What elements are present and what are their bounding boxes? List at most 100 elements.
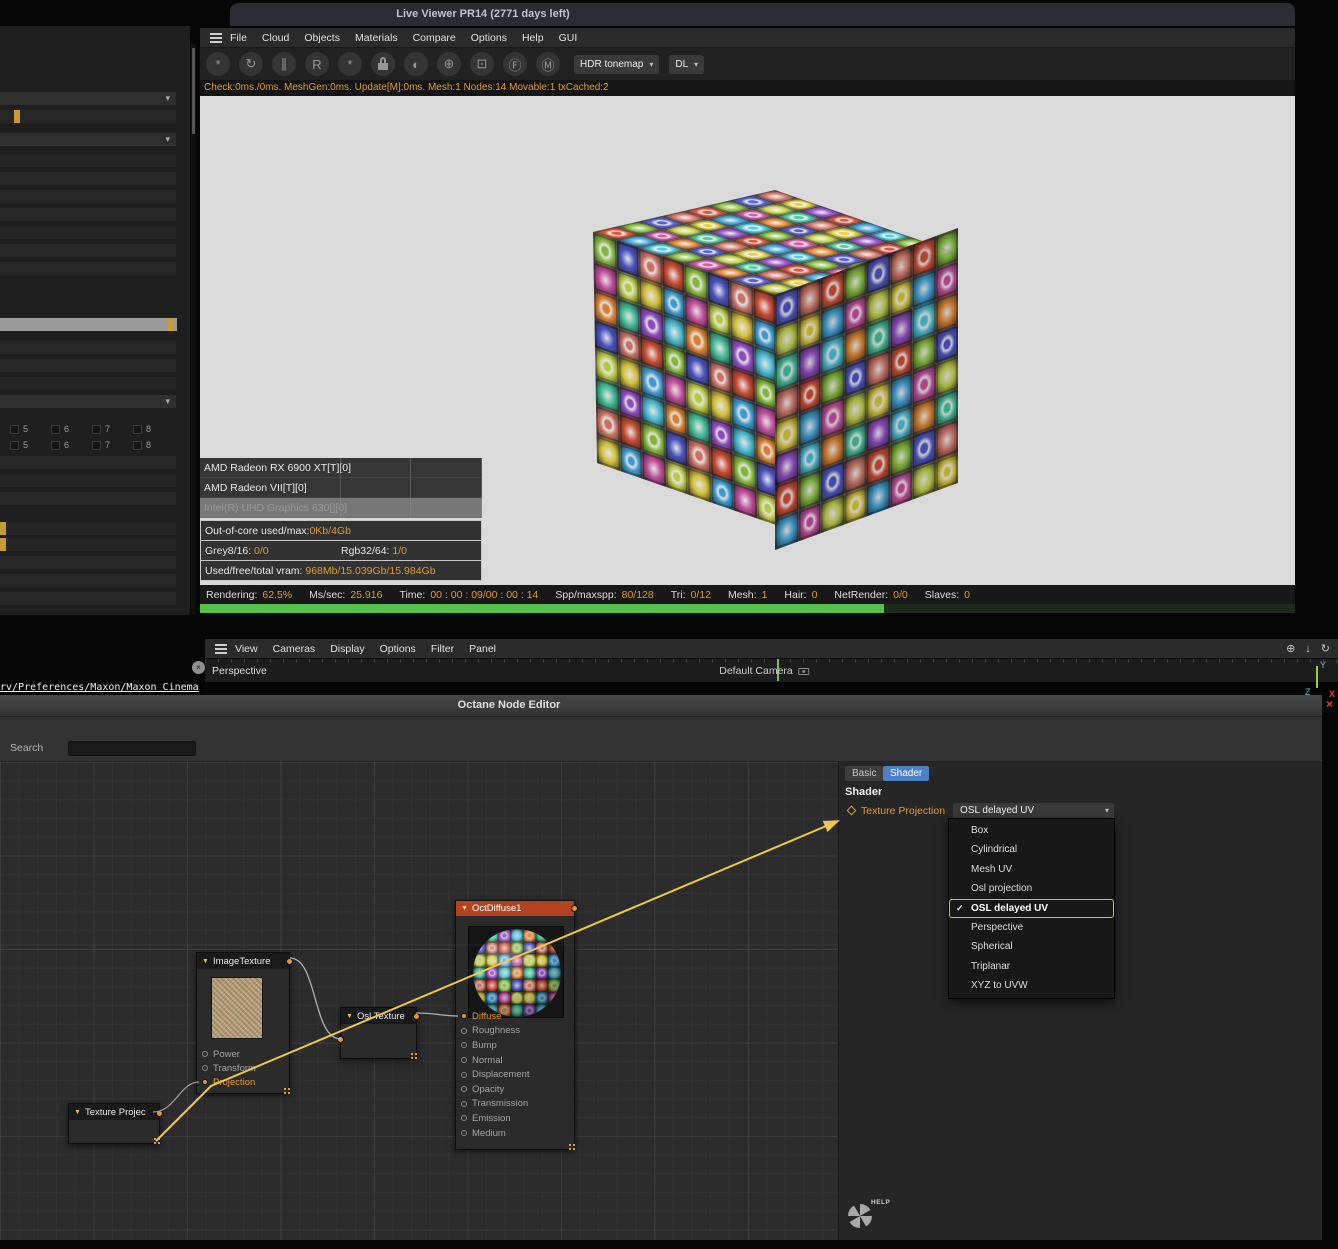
node-texture-projection[interactable]: ▼ Texture Projec [68,1103,163,1144]
help-widget[interactable]: HELP [847,1199,907,1233]
settings-field[interactable] [0,262,176,275]
tonemap-dropdown[interactable]: HDR tonemap ▾ [574,54,660,74]
settings-field[interactable] [0,592,176,605]
param-transform[interactable]: Transform [197,1061,289,1075]
hamburger-menu-icon[interactable] [210,32,222,35]
param-diffuse[interactable]: Diffuse [456,1009,574,1024]
option-box[interactable]: Box [949,821,1114,840]
search-input[interactable] [68,741,196,756]
hamburger-menu-icon[interactable] [215,643,227,646]
settings-field[interactable] [0,226,176,239]
option-triplanar[interactable]: Triplanar [949,957,1114,976]
settings-field[interactable] [0,474,176,487]
slider-handle[interactable] [168,318,174,331]
menu-file[interactable]: File [230,32,247,44]
close-icon[interactable]: × [192,661,205,674]
live-viewer-titlebar[interactable]: Live Viewer PR14 (2771 days left) [230,3,1295,26]
checkbox[interactable] [133,424,142,434]
collapse-triangle-icon[interactable]: ▼ [346,1013,353,1020]
camera-label[interactable]: Default Camera [719,665,809,677]
menu-display[interactable]: Display [330,643,364,655]
menu-filter[interactable]: Filter [431,643,454,655]
node-graph-canvas[interactable]: ▼ Texture Projec ▼ ImageTexture Power Trans… [0,762,838,1240]
menu-options[interactable]: Options [380,643,416,655]
collapse-triangle-icon[interactable]: ▼ [202,958,209,965]
settings-dropdown[interactable]: ▾ [0,92,176,105]
checkbox[interactable] [92,424,101,434]
minimize-view-icon[interactable]: ↓ [1305,643,1311,655]
param-bump[interactable]: Bump [456,1038,574,1053]
option-mesh-uv[interactable]: Mesh UV [949,860,1114,879]
checkbox[interactable] [51,440,60,450]
resize-handle[interactable] [569,1144,571,1146]
render-settings-icon[interactable]: * [338,52,362,76]
param-medium[interactable]: Medium [456,1126,574,1141]
settings-field[interactable] [0,377,176,390]
output-port[interactable] [413,1013,420,1020]
collapse-triangle-icon[interactable]: ▼ [74,1109,81,1116]
gpu-row[interactable]: AMD Radeon VII[T][0] [200,478,482,498]
settings-slider-wide[interactable] [0,318,177,331]
param-normal[interactable]: Normal [456,1053,574,1068]
output-port[interactable] [571,905,578,912]
menu-options[interactable]: Options [471,32,507,44]
menu-view[interactable]: View [235,643,258,655]
region-render-icon[interactable]: R [305,52,329,76]
option-perspective[interactable]: Perspective [949,918,1114,937]
option-cylindrical[interactable]: Cylindrical [949,840,1114,859]
param-displacement[interactable]: Displacement [456,1067,574,1082]
settings-field[interactable] [0,556,176,569]
gpu-row[interactable]: AMD Radeon RX 6900 XT[T][0] [200,458,482,478]
settings-slider[interactable] [0,538,176,551]
settings-field[interactable] [0,244,176,257]
checkbox[interactable] [10,440,19,450]
resize-handle[interactable] [411,1053,413,1055]
scrollbar-thumb[interactable] [192,48,195,134]
param-transmission[interactable]: Transmission [456,1097,574,1112]
settings-dropdown[interactable]: ▾ [0,133,176,146]
render-region-add-icon[interactable]: ⊕ [437,52,461,76]
focus-picker-icon[interactable]: Ⓕ [503,52,527,76]
denoise-icon[interactable]: * [206,52,230,76]
clay-mode-icon[interactable]: ◐ [404,52,428,76]
option-xyz-to-uvw[interactable]: XYZ to UVW [949,976,1114,995]
settings-field[interactable] [0,154,176,167]
pause-render-icon[interactable]: ∥ [272,52,296,76]
slider-handle[interactable] [0,522,6,535]
node-header[interactable]: ▼ ImageTexture [197,953,293,969]
checkbox[interactable] [10,424,19,434]
rotate-view-icon[interactable]: ↻ [1321,642,1330,655]
option-osl-delayed-uv[interactable]: ✓ OSL delayed UV [949,899,1114,918]
menu-gui[interactable]: GUI [559,32,578,44]
device-dropdown[interactable]: DL ▾ [669,54,705,74]
menu-materials[interactable]: Materials [355,32,398,44]
resize-handle[interactable] [154,1138,156,1140]
settings-dropdown[interactable]: ▾ [0,395,176,408]
checkbox[interactable] [133,440,142,450]
node-editor-titlebar[interactable]: Octane Node Editor [0,695,1322,717]
tab-shader[interactable]: Shader [883,766,930,781]
pan-view-icon[interactable]: ⊕ [1286,642,1295,655]
render-viewport[interactable]: AMD Radeon RX 6900 XT[T][0] AMD Radeon V… [200,96,1295,585]
picking-mode-icon[interactable]: ⊡ [470,52,494,76]
settings-slider[interactable] [0,110,176,123]
menu-cameras[interactable]: Cameras [273,643,316,655]
collapse-triangle-icon[interactable]: ▼ [461,905,468,912]
resize-handle[interactable] [284,1088,286,1090]
menu-panel[interactable]: Panel [469,643,496,655]
node-header[interactable]: ▼ Texture Projec [69,1104,163,1120]
node-header[interactable]: ▼ OctDiffuse1 [456,901,578,916]
lock-resolution-icon[interactable] [371,52,395,76]
option-osl-projection[interactable]: Osl projection [949,879,1114,898]
output-port[interactable] [286,958,293,965]
checkbox[interactable] [92,440,101,450]
menu-compare[interactable]: Compare [413,32,456,44]
settings-field[interactable] [0,574,176,587]
settings-field[interactable] [0,190,176,203]
option-spherical[interactable]: Spherical [949,937,1114,956]
param-opacity[interactable]: Opacity [456,1082,574,1097]
settings-field[interactable] [0,456,176,469]
param-emission[interactable]: Emission [456,1111,574,1126]
projection-select[interactable]: OSL delayed UV ▾ [953,803,1114,819]
menu-cloud[interactable]: Cloud [262,32,289,44]
